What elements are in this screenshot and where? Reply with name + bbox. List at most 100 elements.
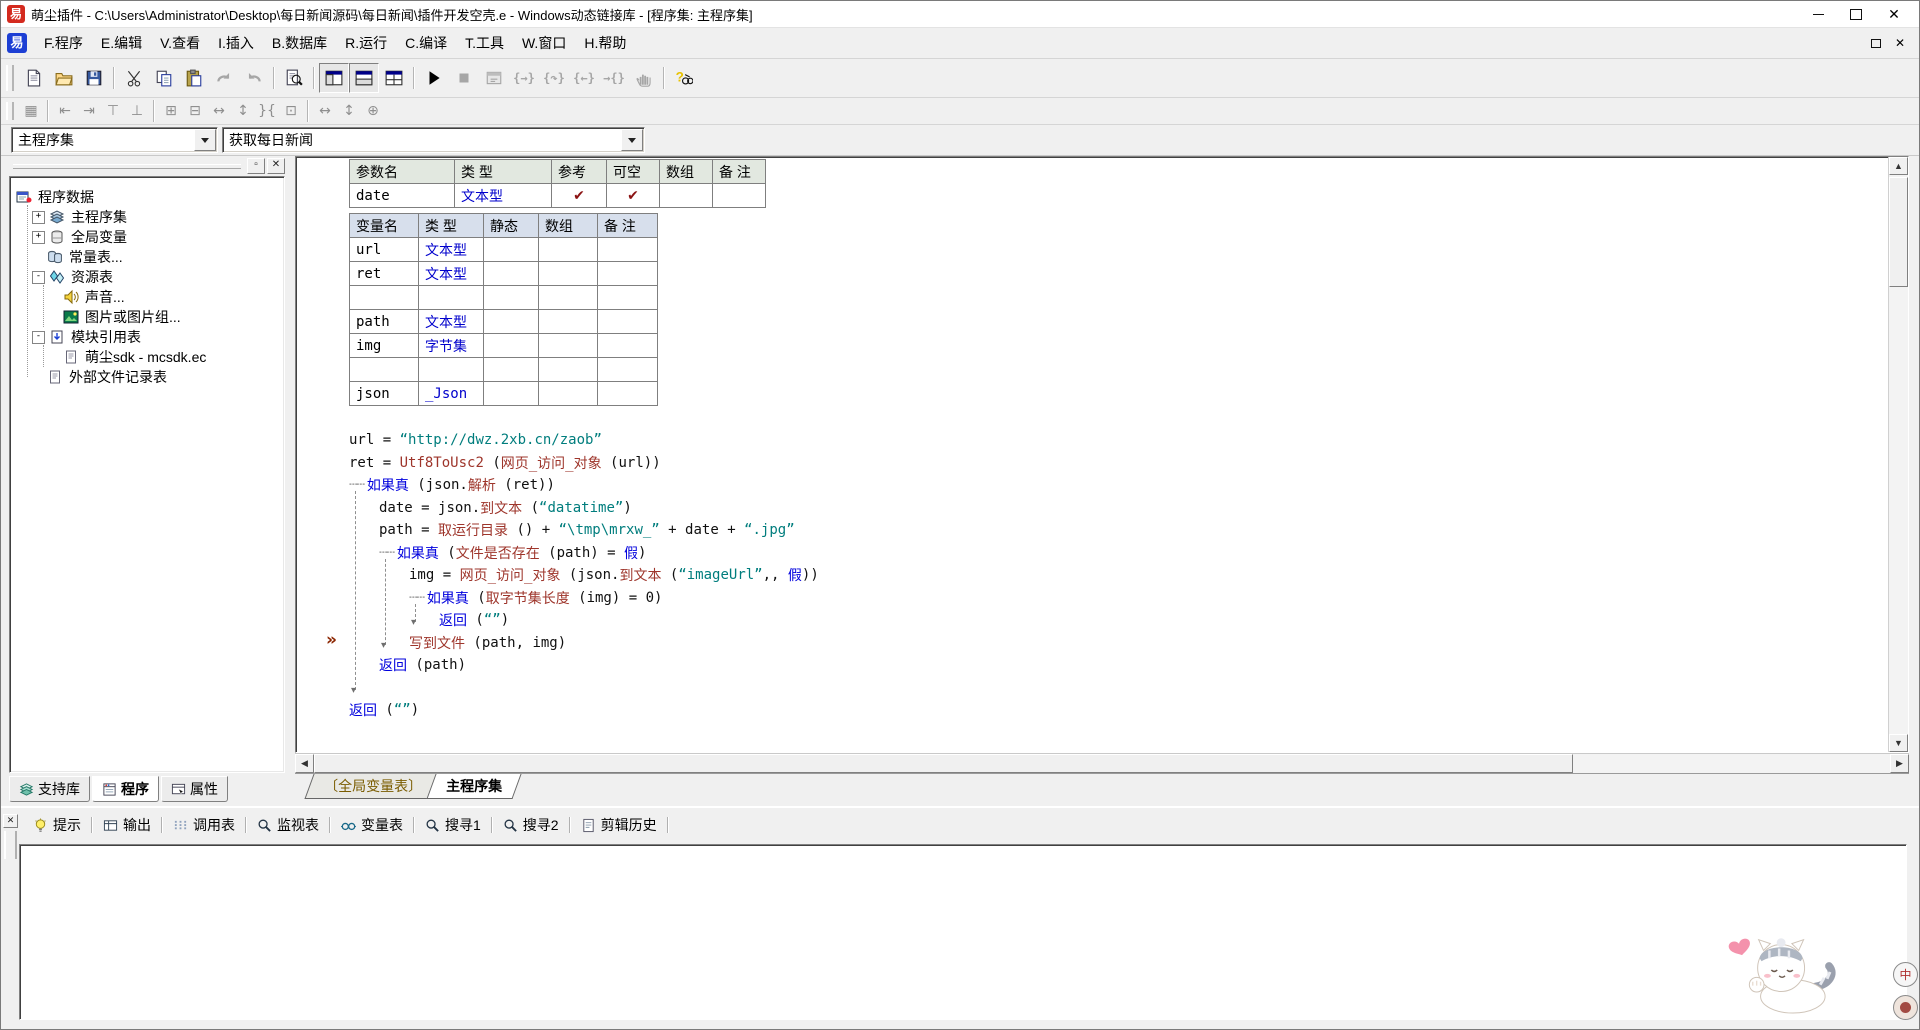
table-cell[interactable]: 文本型 <box>419 238 484 262</box>
panel-tab-程序[interactable]: 程序 <box>92 776 159 802</box>
table-cell[interactable]: ret <box>350 262 419 286</box>
input-method-icon[interactable]: 中 <box>1893 962 1918 987</box>
code-editor[interactable]: 参数名类 型参考可空数组备 注date文本型✔✔ 变量名类 型静态数组备 注ur… <box>295 156 1909 753</box>
vertical-scrollbar[interactable]: ▲ ▼ <box>1888 157 1908 752</box>
table-cell[interactable] <box>598 382 658 406</box>
table-cell[interactable] <box>598 262 658 286</box>
tray-icon[interactable] <box>1893 995 1918 1020</box>
code-line[interactable]: path = 取运行目录 () + “\tmp\mrxw_” + date + … <box>296 519 1886 542</box>
scroll-left-button[interactable]: ◀ <box>295 754 314 773</box>
tree-expander[interactable]: - <box>32 331 45 344</box>
table-cell[interactable]: _Json <box>419 382 484 406</box>
code-line[interactable]: 返回 (“”) <box>296 609 1886 632</box>
table-row[interactable]: json_Json <box>350 382 658 406</box>
layout-grid-button[interactable] <box>379 63 409 93</box>
panel-drag-grip[interactable] <box>13 164 241 169</box>
code-line[interactable]: img = 网页_访问_对象 (json.到文本 (“imageUrl”,, 假… <box>296 564 1886 587</box>
horizontal-scrollbar[interactable]: ◀ ▶ <box>295 753 1909 773</box>
method-dropdown-button[interactable] <box>621 129 643 151</box>
menu-item-运行[interactable]: R.运行 <box>336 30 396 56</box>
mdi-close-button[interactable]: ✕ <box>1889 34 1911 53</box>
layout-left-pane-button[interactable] <box>319 63 349 93</box>
parameter-table[interactable]: 参数名类 型参考可空数组备 注date文本型✔✔ <box>349 159 766 208</box>
tree-item-图片或图片组[interactable]: 图片或图片组... <box>10 307 284 327</box>
table-cell[interactable] <box>598 334 658 358</box>
menu-item-程序[interactable]: F.程序 <box>35 30 92 56</box>
menu-item-编辑[interactable]: E.编辑 <box>92 30 151 56</box>
tree-item-资源表[interactable]: -资源表 <box>10 267 284 287</box>
output-close-button[interactable]: ✕ <box>3 814 18 828</box>
code-line[interactable]: url = “http://dwz.2xb.cn/zaob” <box>296 429 1886 452</box>
table-cell[interactable]: ✔ <box>552 184 607 208</box>
panel-tab-属性[interactable]: 属性 <box>161 776 228 802</box>
paste-button[interactable] <box>179 63 209 93</box>
panel-close-button[interactable]: ✕ <box>267 158 285 174</box>
table-cell[interactable] <box>660 184 713 208</box>
table-cell[interactable] <box>350 358 419 382</box>
tree-item-声音[interactable]: 声音... <box>10 287 284 307</box>
minimize-button[interactable] <box>1799 3 1837 25</box>
mdi-minimize-button[interactable] <box>1841 34 1863 53</box>
table-row[interactable]: date文本型✔✔ <box>350 184 766 208</box>
table-row[interactable] <box>350 358 658 382</box>
table-cell[interactable]: 文本型 <box>455 184 552 208</box>
code-line[interactable]: ┄┄如果真 (取字节集长度 (img) = 0) <box>296 587 1886 610</box>
output-tab-调用表[interactable]: 调用表 <box>165 812 243 838</box>
code-block[interactable]: url = “http://dwz.2xb.cn/zaob”ret = Utf8… <box>296 429 1886 722</box>
table-cell[interactable] <box>484 238 539 262</box>
menu-item-帮助[interactable]: H.帮助 <box>575 30 635 56</box>
table-cell[interactable] <box>484 262 539 286</box>
tree-item-主程序集[interactable]: +主程序集 <box>10 207 284 227</box>
table-cell[interactable] <box>484 358 539 382</box>
help-find-button[interactable]: ? <box>669 63 699 93</box>
method-combobox[interactable]: 获取每日新闻 <box>222 127 645 153</box>
code-line[interactable]: date = json.到文本 (“datatime”) <box>296 497 1886 520</box>
panel-tab-支持库[interactable]: 支持库 <box>9 776 90 802</box>
table-cell[interactable]: date <box>350 184 455 208</box>
code-line[interactable]: 返回 (“”) <box>296 699 1886 722</box>
table-cell[interactable] <box>539 358 598 382</box>
copy-button[interactable] <box>149 63 179 93</box>
vertical-splitter[interactable] <box>285 156 295 806</box>
output-tab-搜寻1[interactable]: 搜寻1 <box>417 812 489 838</box>
output-drag-grip[interactable] <box>4 831 17 859</box>
table-cell[interactable] <box>598 310 658 334</box>
horizontal-scroll-thumb[interactable] <box>314 754 1573 773</box>
table-row[interactable]: path文本型 <box>350 310 658 334</box>
tree-item-模块引用表[interactable]: -模块引用表 <box>10 327 284 347</box>
new-file-button[interactable] <box>19 63 49 93</box>
layout-bottom-pane-button[interactable] <box>349 63 379 93</box>
table-row[interactable]: url文本型 <box>350 238 658 262</box>
table-cell[interactable] <box>539 334 598 358</box>
panel-dock-button[interactable]: ▫ <box>247 158 265 174</box>
menu-item-窗口[interactable]: W.窗口 <box>513 30 575 56</box>
output-tab-提示[interactable]: 提示 <box>25 812 89 838</box>
find-in-code-button[interactable] <box>279 63 309 93</box>
table-cell[interactable] <box>539 286 598 310</box>
output-tab-搜寻2[interactable]: 搜寻2 <box>495 812 567 838</box>
document-tab-global-vars[interactable]: 〔全局变量表〕 <box>304 774 441 799</box>
table-cell[interactable] <box>484 286 539 310</box>
menu-item-查看[interactable]: V.查看 <box>151 30 209 56</box>
code-line[interactable] <box>296 677 1886 700</box>
output-tab-监视表[interactable]: 监视表 <box>249 812 327 838</box>
table-cell[interactable] <box>539 262 598 286</box>
table-cell[interactable]: 文本型 <box>419 310 484 334</box>
cut-button[interactable] <box>119 63 149 93</box>
table-cell[interactable]: url <box>350 238 419 262</box>
output-tab-剪辑历史[interactable]: 剪辑历史 <box>573 812 665 838</box>
menu-item-数据库[interactable]: B.数据库 <box>263 30 336 56</box>
code-line[interactable]: 返回 (path) <box>296 654 1886 677</box>
table-cell[interactable] <box>539 382 598 406</box>
table-cell[interactable] <box>598 286 658 310</box>
output-tab-输出[interactable]: 输出 <box>95 812 159 838</box>
tree-expander[interactable]: + <box>32 231 45 244</box>
output-content[interactable] <box>19 844 1907 1020</box>
mdi-restore-button[interactable] <box>1865 34 1887 53</box>
table-cell[interactable] <box>539 238 598 262</box>
code-line[interactable]: 写到文件 (path, img) <box>296 632 1886 655</box>
close-button[interactable]: ✕ <box>1875 3 1913 25</box>
table-cell[interactable] <box>484 310 539 334</box>
table-row[interactable]: img字节集 <box>350 334 658 358</box>
maximize-button[interactable] <box>1837 3 1875 25</box>
